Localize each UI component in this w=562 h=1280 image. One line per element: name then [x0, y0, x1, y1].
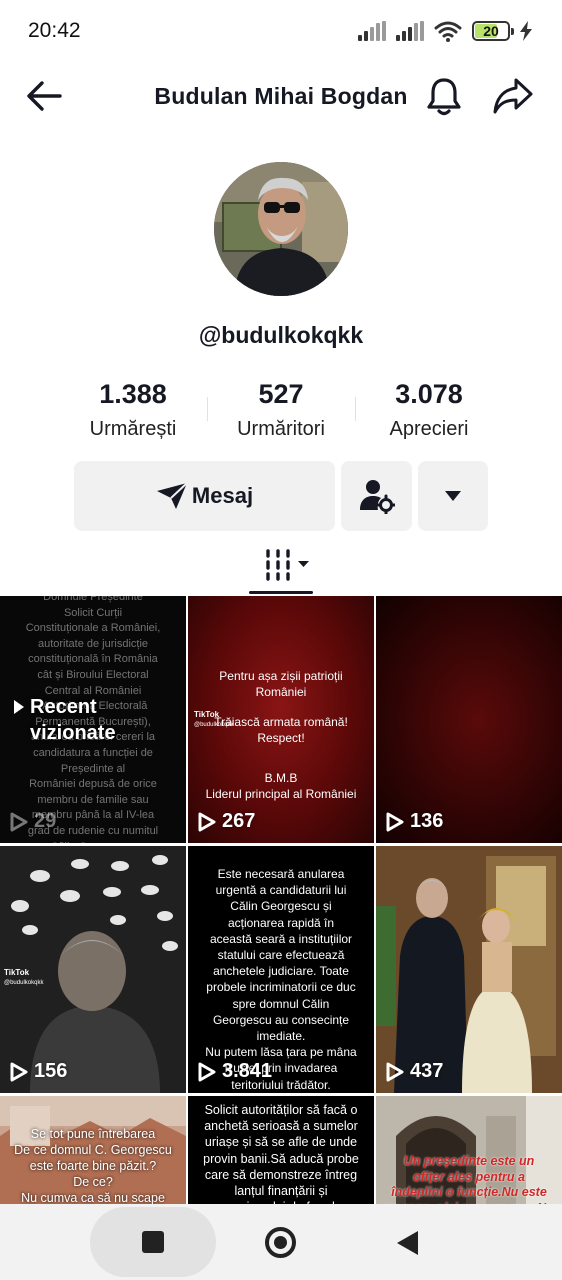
video-caption: Se tot pune întrebarea De ce domnul C. G…: [14, 1127, 172, 1205]
stat-likes-value: 3.078: [395, 379, 463, 409]
video-caption: Un președinte este un ofițer ales pentru…: [384, 1154, 553, 1206]
profile-header: Budulan Mihai Bogdan: [0, 62, 562, 132]
video-thumbnail[interactable]: 136: [376, 596, 562, 843]
status-icons: 20: [358, 20, 532, 42]
video-thumbnail[interactable]: Solicit autorităților să facă o anchetă …: [188, 1096, 374, 1206]
view-count: 267: [198, 810, 255, 833]
tiktok-watermark: TikTok: [4, 968, 30, 977]
share-icon[interactable]: [492, 76, 534, 116]
video-caption: Solicit autorităților să facă o anchetă …: [203, 1103, 359, 1206]
stat-followers-value: 527: [258, 379, 304, 409]
signal-icon: [396, 21, 424, 41]
video-thumbnail[interactable]: Un președinte este un ofițer ales pentru…: [376, 1096, 562, 1206]
view-count: 136: [386, 810, 443, 833]
video-thumbnail[interactable]: Se tot pune întrebarea De ce domnul C. G…: [0, 1096, 186, 1206]
more-options-button[interactable]: [418, 461, 488, 531]
bell-icon[interactable]: [424, 76, 464, 116]
view-count: 437: [386, 1060, 443, 1083]
stat-followers-label: Urmăritori: [237, 418, 325, 440]
user-settings-icon: [359, 480, 395, 514]
stat-followers[interactable]: 527 Urmăritori: [206, 378, 356, 441]
signal-icon: [358, 21, 386, 41]
battery-level: 20: [483, 23, 499, 39]
stat-likes[interactable]: 3.078 Aprecieri: [354, 378, 504, 441]
charging-icon: [520, 21, 532, 41]
view-count: 29: [10, 810, 56, 833]
username: @budulkokqkk: [198, 322, 364, 348]
play-outline-icon: [198, 1062, 216, 1081]
play-outline-icon: [10, 812, 28, 831]
video-thumbnail[interactable]: Este necesară anularea urgentă a candida…: [188, 846, 374, 1093]
system-nav-bar: [0, 1204, 562, 1280]
video-caption-mid: Trăiască armata română! Respect!: [214, 715, 348, 745]
video-grid: Domnule Președinte Solicit Curții Consti…: [0, 596, 562, 1206]
video-thumbnail[interactable]: 437: [376, 846, 562, 1093]
play-icon: [14, 700, 24, 714]
recents-square-icon[interactable]: [142, 1231, 164, 1253]
video-thumbnail[interactable]: Pentru așa zișii patrioții României Trăi…: [188, 596, 374, 843]
play-outline-icon: [10, 1062, 28, 1081]
video-caption-top: Pentru așa zișii patrioții României: [219, 669, 343, 699]
home-circle-icon[interactable]: [265, 1227, 296, 1258]
avatar[interactable]: [214, 162, 348, 296]
tiktok-handle: @budulkokqkk: [4, 980, 44, 986]
tiktok-handle: @budulkokqkk: [194, 722, 234, 728]
video-thumbnail[interactable]: TikTok @budulkokqkk 156: [0, 846, 186, 1093]
status-time: 20:42: [28, 19, 81, 42]
view-count: 156: [10, 1060, 67, 1083]
message-button[interactable]: Mesaj: [74, 461, 335, 531]
stat-following-label: Urmărești: [89, 418, 177, 440]
caret-down-icon: [445, 491, 461, 501]
status-bar: 20:42 20: [0, 0, 562, 62]
page-title: Budulan Mihai Bogdan: [154, 83, 408, 109]
stat-following-value: 1.388: [99, 379, 167, 409]
tiktok-watermark: TikTok: [194, 710, 220, 719]
stat-likes-label: Aprecieri: [389, 418, 469, 440]
tab-underline: [249, 591, 313, 594]
send-icon: [156, 482, 188, 509]
play-outline-icon: [386, 1062, 404, 1081]
video-caption-bottom: B.M.B Liderul principal al României: [205, 771, 357, 801]
battery-icon: 20: [472, 21, 514, 41]
user-settings-button[interactable]: [341, 461, 412, 531]
video-caption: Este necesară anularea urgentă a candida…: [205, 867, 357, 1092]
recently-viewed-label: Recent vizionate: [14, 694, 116, 746]
back-triangle-icon[interactable]: [397, 1231, 418, 1255]
wifi-icon: [434, 21, 462, 42]
video-thumbnail[interactable]: Domnule Președinte Solicit Curții Consti…: [0, 596, 186, 843]
stat-following[interactable]: 1.388 Urmărești: [58, 378, 208, 441]
grid-lines-icon[interactable]: [262, 548, 314, 582]
view-count: 3.841: [198, 1060, 272, 1083]
video-image: [376, 846, 562, 1093]
play-outline-icon: [198, 812, 216, 831]
message-button-label: Mesaj: [191, 483, 254, 508]
play-outline-icon: [386, 812, 404, 831]
